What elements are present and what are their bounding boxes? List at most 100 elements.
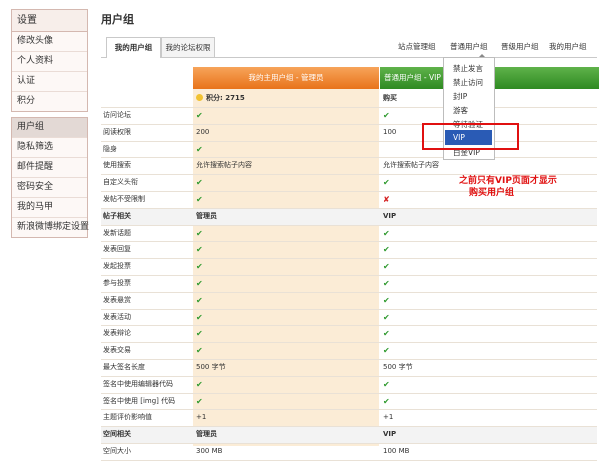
main-group-value: ✔ (196, 278, 203, 288)
link-promotion-groups[interactable]: 晋级用户组 (501, 41, 539, 52)
row-label: 发表回复 (103, 245, 131, 254)
table-row: 发表活动 ✔ ✔ (101, 310, 597, 327)
sidebar-group-settings: 用户组 隐私筛选 邮件提醒 密码安全 我的马甲 新浪微博绑定设置 (11, 117, 89, 238)
row-label: 发表悬赏 (103, 295, 131, 304)
table-row: 访问论坛 ✔ ✔ (101, 108, 597, 125)
table-row: 发表辩论 ✔ ✔ (101, 326, 597, 344)
main-group-value: ✔ (196, 262, 203, 272)
normal-group-value: ✔ (383, 329, 390, 339)
table-row: 空间大小 300 MB 100 MB (101, 444, 597, 461)
row-label: 主题评价影响值 (103, 413, 152, 422)
normal-group-value: 500 字节 (383, 362, 413, 371)
row-label: 发表辩论 (103, 329, 131, 338)
table-row: 发表回复 ✔ ✔ (101, 242, 597, 260)
normal-group-value: VIP (383, 211, 397, 220)
row-label: 发新话题 (103, 228, 131, 237)
table-row: 阅读权限 200 100 (101, 125, 597, 142)
row-label: 参与投票 (103, 278, 131, 287)
points-value: 2715 (225, 94, 245, 102)
main-group-value: ✔ (196, 312, 203, 322)
table-row: 隐身 ✔ (101, 142, 597, 159)
table-row: 发表交易 ✔ ✔ (101, 343, 597, 360)
sidebar-item-alt-accounts[interactable]: 我的马甲 (12, 198, 87, 218)
main-group-value: ✔ (196, 295, 203, 305)
normal-group-value: 100 (383, 127, 397, 136)
buy-link[interactable]: 购买 (383, 89, 397, 107)
annotation-line-1: 之前只有VIP页面才显示 (459, 176, 557, 186)
sidebar-item-privacy[interactable]: 隐私筛选 (12, 138, 87, 158)
section-row: 帖子相关 管理员 VIP (101, 208, 597, 226)
section-row: 空间相关 管理员 VIP (101, 427, 597, 444)
normal-group-value: +1 (383, 413, 394, 422)
row-label: 发表活动 (103, 312, 131, 321)
row-label: 空间相关 (103, 430, 131, 439)
sidebar: 设置 修改头像 个人资料 认证 积分 用户组 隐私筛选 邮件提醒 密码安全 我的… (11, 9, 89, 238)
main-group-value: 管理员 (196, 211, 217, 220)
row-label: 帖子相关 (103, 211, 131, 220)
dropdown-item-guest[interactable]: 游客 (453, 105, 468, 116)
table-row: 签名中使用编辑器代码 ✔ ✔ (101, 377, 597, 394)
main-group-value: 管理员 (196, 430, 217, 439)
row-label: 最大签名长度 (103, 362, 145, 371)
normal-group-value: 允许搜索帖子内容 (383, 161, 439, 170)
table-row: 发表悬赏 ✔ ✔ (101, 293, 597, 310)
dropdown-item-banned-post[interactable]: 禁止发言 (453, 63, 483, 74)
main-group-value: ✔ (196, 111, 203, 120)
normal-group-value: ✔ (383, 262, 390, 272)
main-group-value: 允许搜索帖子内容 (196, 161, 252, 170)
main-group-value: 500 字节 (196, 362, 226, 371)
dropdown-item-ip-ban[interactable]: 封IP (453, 91, 467, 102)
sidebar-item-avatar[interactable]: 修改头像 (12, 32, 87, 52)
row-label: 发表交易 (103, 346, 131, 355)
row-label: 隐身 (103, 144, 117, 153)
points-label: 积分: (206, 94, 223, 102)
link-normal-groups[interactable]: 普通用户组 (450, 41, 488, 52)
table-row: 发新话题 ✔ ✔ (101, 226, 597, 243)
main-group-value: 200 (196, 127, 210, 136)
row-label: 访问论坛 (103, 111, 131, 119)
table-row: 使用搜索 允许搜索帖子内容 允许搜索帖子内容 (101, 158, 597, 176)
sidebar-item-verify[interactable]: 认证 (12, 72, 87, 92)
tab-my-usergroup[interactable]: 我的用户组 (106, 37, 161, 58)
row-label: 发帖不受限制 (103, 194, 145, 203)
sidebar-title: 设置 (11, 9, 88, 32)
normal-group-value: ✔ (383, 379, 390, 389)
main-group-value: ✔ (196, 396, 203, 406)
normal-group-value: ✔ (383, 278, 390, 288)
sidebar-item-usergroup[interactable]: 用户组 (12, 118, 87, 138)
main-group-value: ✔ (196, 346, 203, 356)
tab-forum-permissions[interactable]: 我的论坛权限 (161, 37, 215, 57)
row-label: 签名中使用 [img] 代码 (103, 396, 176, 405)
sidebar-item-weibo-binding[interactable]: 新浪微博绑定设置 (12, 218, 89, 237)
sidebar-item-email-alerts[interactable]: 邮件提醒 (12, 158, 87, 178)
row-label: 自定义头衔 (103, 178, 138, 187)
normal-group-value: 100 MB (383, 446, 410, 455)
main-group-value: ✔ (196, 379, 203, 389)
row-label: 空间大小 (103, 446, 131, 455)
dropdown-item-banned-access[interactable]: 禁止访问 (453, 77, 483, 88)
link-my-groups[interactable]: 我的用户组 (549, 41, 587, 52)
row-label: 发起投票 (103, 262, 131, 271)
main-group-value: ✔ (196, 329, 203, 339)
row-label: 签名中使用编辑器代码 (103, 379, 173, 388)
main-group-value: ✔ (196, 178, 203, 188)
main-group-value: +1 (196, 413, 207, 422)
normal-group-value: ✔ (383, 178, 390, 188)
table-row: 参与投票 ✔ ✔ (101, 276, 597, 293)
link-admin-groups[interactable]: 站点管理组 (398, 41, 436, 52)
normal-group-value: ✔ (383, 396, 390, 406)
sidebar-item-password[interactable]: 密码安全 (12, 178, 87, 198)
sidebar-group-profile: 修改头像 个人资料 认证 积分 (11, 32, 88, 112)
tab-bar: 我的用户组 我的论坛权限 站点管理组 普通用户组 晋级用户组 我的用户组 (101, 37, 597, 58)
page-title: 用户组 (101, 13, 134, 26)
main-group-value: ✔ (196, 228, 203, 238)
normal-group-value: ✔ (383, 228, 390, 238)
normal-group-value: ✔ (383, 111, 390, 120)
sidebar-item-points[interactable]: 积分 (12, 92, 87, 111)
annotation-text: 之前只有VIP页面才显示 购买用户组 (459, 175, 557, 199)
main-group-header: 我的主用户组 - 管理员 (193, 67, 379, 89)
coin-icon (196, 94, 203, 101)
sidebar-item-profile[interactable]: 个人资料 (12, 52, 87, 72)
normal-group-value: ✔ (383, 312, 390, 322)
normal-group-value: ✔ (383, 346, 390, 356)
